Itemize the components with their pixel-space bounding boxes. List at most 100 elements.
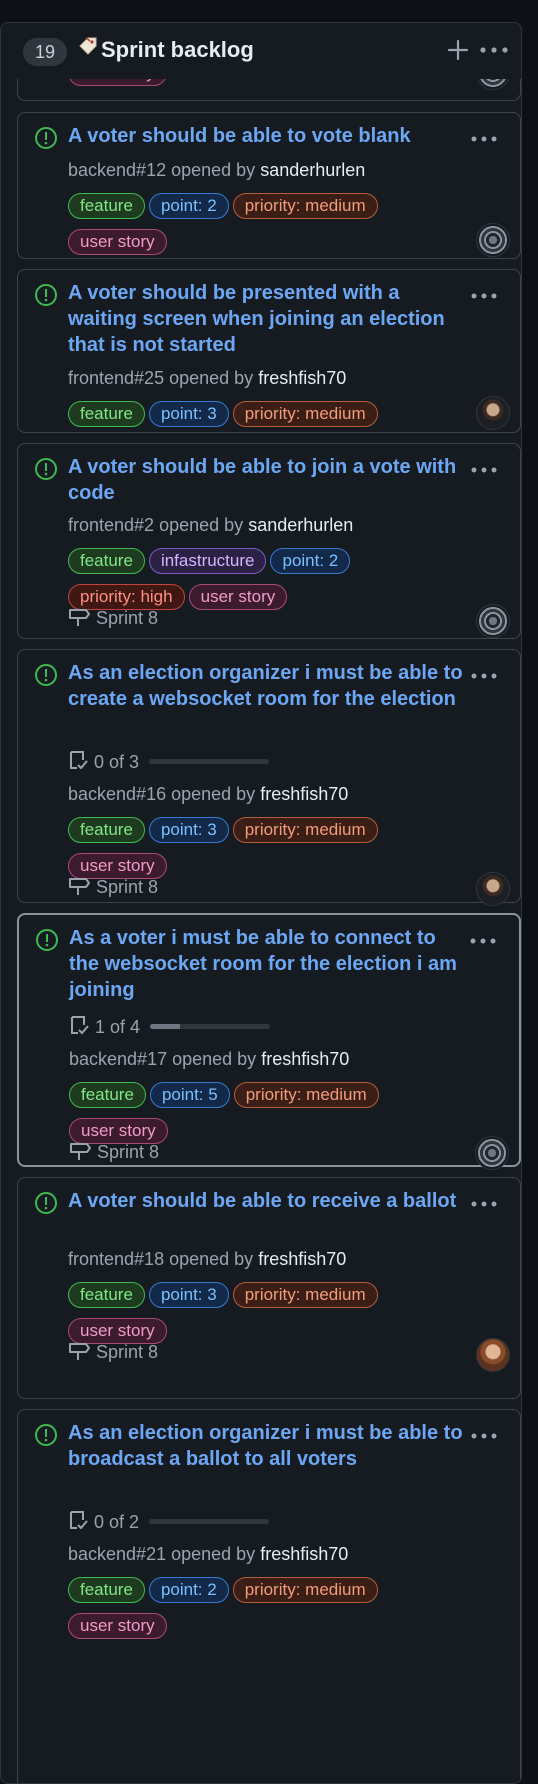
issue-title[interactable]: A voter should be presented with a waiti… bbox=[68, 280, 468, 358]
issue-card[interactable]: As an election organizer i must be able … bbox=[17, 649, 521, 906]
issue-card[interactable]: A voter should be able to receive a ball… bbox=[17, 1177, 521, 1399]
task-progress[interactable]: 0 of 3 bbox=[68, 746, 270, 773]
issue-author[interactable]: freshfish70 bbox=[260, 1544, 348, 1564]
card-menu-icon[interactable] bbox=[470, 1432, 498, 1440]
issue-title[interactable]: As a voter i must be able to connect to … bbox=[69, 925, 469, 1003]
issue-open-icon bbox=[35, 127, 57, 149]
opened-by-text: opened by bbox=[171, 784, 256, 804]
avatar[interactable] bbox=[476, 872, 510, 906]
label-priority[interactable]: priority: medium bbox=[232, 193, 378, 219]
label-point[interactable]: point: 3 bbox=[148, 817, 229, 843]
card-menu-icon[interactable] bbox=[470, 135, 498, 143]
issue-author[interactable]: freshfish70 bbox=[258, 1249, 346, 1269]
issue-author[interactable]: freshfish70 bbox=[258, 368, 346, 388]
issue-card[interactable]: A voter should be able to join a vote wi… bbox=[17, 443, 521, 639]
label-infrastructure[interactable]: infastructure bbox=[148, 548, 267, 574]
task-list-icon bbox=[70, 1511, 88, 1530]
task-count: 0 of 3 bbox=[94, 752, 140, 772]
issue-author[interactable]: sanderhurlen bbox=[248, 515, 353, 535]
issue-title[interactable]: As an election organizer i must be able … bbox=[68, 1420, 468, 1472]
avatar[interactable] bbox=[476, 604, 510, 638]
label-point[interactable]: point: 2 bbox=[148, 193, 229, 219]
issue-card[interactable]: A voter should be able to vote blank bac… bbox=[17, 112, 521, 259]
issue-card[interactable]: As a voter i must be able to connect to … bbox=[17, 913, 521, 1170]
label-point[interactable]: point: 3 bbox=[148, 1282, 229, 1308]
label-feature[interactable]: feature bbox=[68, 548, 145, 574]
label-priority[interactable]: priority: medium bbox=[233, 1082, 379, 1108]
issue-ref[interactable]: frontend#18 bbox=[68, 1249, 164, 1269]
card-menu-icon[interactable] bbox=[470, 1200, 498, 1208]
issue-open-icon bbox=[35, 1192, 57, 1214]
task-progress[interactable]: 1 of 4 bbox=[69, 1011, 271, 1038]
task-count: 0 of 2 bbox=[94, 1512, 140, 1532]
label-point[interactable]: point: 2 bbox=[270, 548, 351, 574]
card-menu-icon[interactable] bbox=[470, 466, 498, 474]
avatar[interactable] bbox=[476, 223, 510, 257]
label-feature[interactable]: feature bbox=[68, 193, 145, 219]
project-column: user story A voter should be able to vot… bbox=[0, 22, 522, 1784]
label-point[interactable]: point: 3 bbox=[148, 401, 229, 427]
issue-ref[interactable]: backend#17 bbox=[69, 1049, 167, 1069]
label-user-story[interactable]: user story bbox=[68, 1613, 167, 1639]
label-point[interactable]: point: 5 bbox=[149, 1082, 230, 1108]
issue-title[interactable]: A voter should be able to vote blank bbox=[68, 123, 468, 149]
issue-ref[interactable]: backend#16 bbox=[68, 784, 166, 804]
label-user-story[interactable]: user story bbox=[68, 229, 167, 255]
column-header: 19 Sprint backlog bbox=[1, 23, 521, 79]
issue-open-icon bbox=[35, 1424, 57, 1446]
issue-card[interactable]: As an election organizer i must be able … bbox=[17, 1409, 521, 1783]
label-user-story[interactable]: user story bbox=[188, 584, 288, 610]
issue-open-icon bbox=[35, 664, 57, 686]
label-list: feature point: 2 priority: medium user stor… bbox=[68, 1577, 468, 1649]
milestone-icon bbox=[69, 878, 90, 895]
issue-meta: frontend#2 opened by sanderhurlen bbox=[68, 515, 353, 536]
milestone[interactable]: Sprint 8 bbox=[69, 1138, 159, 1163]
label-priority[interactable]: priority: medium bbox=[232, 1282, 378, 1308]
issue-title[interactable]: A voter should be able to join a vote wi… bbox=[68, 454, 468, 506]
avatar[interactable] bbox=[476, 1338, 510, 1372]
card-menu-icon[interactable] bbox=[470, 292, 498, 300]
label-feature[interactable]: feature bbox=[68, 1282, 145, 1308]
milestone[interactable]: Sprint 8 bbox=[68, 1338, 158, 1363]
issue-ref[interactable]: frontend#2 bbox=[68, 515, 154, 535]
issue-meta: frontend#25 opened by freshfish70 bbox=[68, 368, 346, 389]
card-menu-icon[interactable] bbox=[470, 672, 498, 680]
card-count-badge: 19 bbox=[23, 38, 67, 66]
issue-card[interactable]: A voter should be presented with a waiti… bbox=[17, 269, 521, 433]
opened-by-text: opened by bbox=[159, 515, 244, 535]
column-menu-icon[interactable] bbox=[479, 45, 509, 55]
label-priority[interactable]: priority: medium bbox=[232, 1577, 378, 1603]
task-progress-bar bbox=[150, 1024, 271, 1029]
issue-ref[interactable]: frontend#25 bbox=[68, 368, 164, 388]
label-list: feature point: 2 priority: medium user stor… bbox=[68, 193, 468, 265]
add-card-icon[interactable] bbox=[445, 37, 471, 63]
card-menu-icon[interactable] bbox=[469, 937, 497, 945]
issue-meta: backend#12 opened by sanderhurlen bbox=[68, 160, 365, 181]
task-progress-bar bbox=[149, 759, 270, 764]
label-priority[interactable]: priority: medium bbox=[232, 817, 378, 843]
milestone[interactable]: Sprint 8 bbox=[68, 604, 158, 629]
label-priority[interactable]: priority: medium bbox=[232, 401, 378, 427]
label-feature[interactable]: feature bbox=[69, 1082, 146, 1108]
label-feature[interactable]: feature bbox=[68, 817, 145, 843]
issue-ref[interactable]: backend#21 bbox=[68, 1544, 166, 1564]
label-feature[interactable]: feature bbox=[68, 401, 145, 427]
avatar[interactable] bbox=[475, 1136, 509, 1170]
label-point[interactable]: point: 2 bbox=[148, 1577, 229, 1603]
issue-author[interactable]: freshfish70 bbox=[260, 784, 348, 804]
label-feature[interactable]: feature bbox=[68, 1577, 145, 1603]
issue-title[interactable]: As an election organizer i must be able … bbox=[68, 660, 468, 712]
issue-ref[interactable]: backend#12 bbox=[68, 160, 166, 180]
task-progress[interactable]: 0 of 2 bbox=[68, 1506, 270, 1533]
column-title[interactable]: Sprint backlog bbox=[77, 35, 254, 63]
issue-author[interactable]: freshfish70 bbox=[261, 1049, 349, 1069]
opened-by-text: opened by bbox=[172, 1049, 257, 1069]
issue-open-icon bbox=[36, 929, 58, 951]
task-list-icon bbox=[70, 751, 88, 770]
milestone-label: Sprint 8 bbox=[97, 1142, 160, 1162]
column-title-text: Sprint backlog bbox=[101, 37, 254, 62]
issue-title[interactable]: A voter should be able to receive a ball… bbox=[68, 1188, 468, 1214]
milestone[interactable]: Sprint 8 bbox=[68, 873, 158, 898]
avatar[interactable] bbox=[476, 396, 510, 430]
issue-author[interactable]: sanderhurlen bbox=[260, 160, 365, 180]
